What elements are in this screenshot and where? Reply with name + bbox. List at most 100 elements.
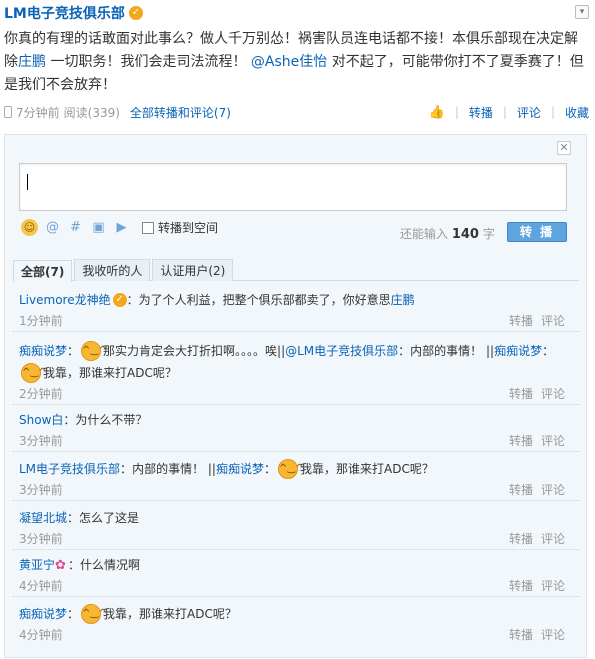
tab-verified[interactable]: 认证用户(2): [152, 259, 234, 281]
post-time[interactable]: 7分钟前: [16, 104, 60, 121]
comment-button[interactable]: 评论: [517, 104, 541, 121]
comment-time: 3分钟前: [19, 483, 63, 497]
comment-time: 1分钟前: [19, 314, 63, 328]
post-author[interactable]: LM电子竞技俱乐部 ✓: [4, 3, 143, 23]
comment-item: LM电子竞技俱乐部 ： 内部的事情！ || 痴痴说梦 ： ^‿^ 我靠，那谁来打…: [13, 452, 579, 501]
comment-tabs: 全部(7) 我收听的人 认证用户(2): [13, 259, 579, 282]
comment-repost-button[interactable]: 转播: [509, 431, 533, 451]
close-icon[interactable]: ✕: [557, 141, 571, 155]
comment-reply-button[interactable]: 评论: [541, 384, 565, 404]
repost-to-space-option[interactable]: 转播到空间: [142, 219, 218, 236]
post-author-name[interactable]: LM电子竞技俱乐部: [4, 3, 125, 23]
laugh-emoji-icon: ^‿^: [278, 459, 304, 479]
comment-user[interactable]: Show白: [19, 409, 63, 431]
comment-repost-button[interactable]: 转播: [509, 576, 533, 596]
colon: ：: [63, 413, 76, 427]
comment-text: 我靠，那谁来打ADC呢？: [103, 607, 237, 621]
post-header: LM电子竞技俱乐部 ✓ ▾: [4, 3, 591, 27]
post-text-part: 一切职务！我们会走司法流程！: [46, 54, 251, 70]
comment-item: 痴痴说梦 ： ^‿^ 那实力肯定会大打折扣啊。。。。唉|| @LM电子竞技俱乐部…: [13, 332, 579, 405]
char-counter: 还能输入 140 字: [400, 225, 495, 242]
comment-item: 痴痴说梦 ： ^‿^ 我靠，那谁来打ADC呢？ 4分钟前 转播 评论: [13, 597, 579, 645]
comment-reply-button[interactable]: 评论: [541, 480, 565, 500]
colon: ：: [120, 462, 133, 476]
mobile-icon: [4, 106, 12, 118]
colon: ：: [263, 462, 276, 476]
video-icon[interactable]: ▶: [113, 219, 130, 236]
colon: ：: [68, 558, 81, 572]
favorite-button[interactable]: 收藏: [565, 104, 589, 121]
laugh-emoji-icon: ^‿^: [21, 363, 47, 383]
verified-badge-icon: ✓: [112, 293, 127, 307]
comment-user[interactable]: LM电子竞技俱乐部: [19, 458, 120, 480]
comment-text: 我靠，那谁来打ADC呢？: [300, 462, 434, 476]
laugh-emoji-icon: ^‿^: [81, 341, 107, 361]
compose-toolbar: ☺ @ # ▣ ▶ 转播到空间: [21, 219, 218, 236]
colon: ：: [542, 344, 555, 358]
comment-reply-button[interactable]: 评论: [541, 311, 565, 331]
comment-text: 内部的事情！ ||: [132, 462, 216, 476]
thumbs-up-icon[interactable]: 👍: [429, 105, 445, 120]
comment-text: 我靠，那谁来打ADC呢？: [43, 366, 177, 380]
comment-text: 为了个人利益，把整个俱乐部都卖了，你好意思: [138, 293, 391, 307]
divider: |: [550, 105, 555, 119]
comment-list: Livemore龙神绝 ✓ ： 为了个人利益，把整个俱乐部都卖了，你好意思 庄鹏…: [13, 283, 579, 645]
divider: |: [454, 105, 459, 119]
comment-item: Livemore龙神绝 ✓ ： 为了个人利益，把整个俱乐部都卖了，你好意思 庄鹏…: [13, 283, 579, 332]
chevron-down-icon[interactable]: ▾: [575, 5, 589, 19]
smile-icon[interactable]: ☺: [21, 219, 38, 236]
all-reposts-comments-link[interactable]: 全部转播和评论(7): [130, 104, 231, 121]
comment-text: 那实力肯定会大打折扣啊。。。。唉||: [103, 344, 286, 358]
comment-time: 4分钟前: [19, 628, 63, 642]
image-icon[interactable]: ▣: [90, 219, 107, 236]
colon: ：: [126, 293, 139, 307]
verified-badge-icon: ✓: [128, 6, 143, 20]
submit-repost-button[interactable]: 转 播: [507, 222, 567, 242]
comment-reply-button[interactable]: 评论: [541, 625, 565, 645]
comment-user[interactable]: 黄亚宁: [19, 554, 55, 576]
comment-repost-button[interactable]: 转播: [509, 625, 533, 645]
repost-button[interactable]: 转播: [469, 104, 493, 121]
comment-text: 为什么不带？: [75, 413, 148, 427]
comment-reply-button[interactable]: 评论: [541, 529, 565, 549]
mention-link[interactable]: 庄鹏: [18, 54, 46, 70]
comment-time: 3分钟前: [19, 532, 63, 546]
comment-time: 3分钟前: [19, 434, 63, 448]
comment-repost-button[interactable]: 转播: [509, 384, 533, 404]
comment-user[interactable]: 痴痴说梦: [19, 603, 67, 625]
comment-reply-button[interactable]: 评论: [541, 431, 565, 451]
comment-user[interactable]: 痴痴说梦: [494, 340, 542, 362]
hashtag-icon[interactable]: #: [67, 219, 84, 236]
comment-item: Show白 ： 为什么不带？ 3分钟前 转播 评论: [13, 405, 579, 452]
colon: ：: [67, 607, 80, 621]
comment-item: 凝望北城 ： 怎么了这是 3分钟前 转播 评论: [13, 501, 579, 550]
comment-repost-button[interactable]: 转播: [509, 311, 533, 331]
post-text: 你真的有理的话敢面对此事么？做人千万别怂！祸害队员连电话都不接！本俱乐部现在决定…: [4, 28, 588, 97]
at-user-link[interactable]: @Ashe佳怡: [251, 54, 327, 70]
comment-time: 2分钟前: [19, 387, 63, 401]
divider: |: [502, 105, 507, 119]
tab-following[interactable]: 我收听的人: [74, 259, 151, 281]
char-counter-value: 140: [451, 227, 479, 242]
at-icon[interactable]: @: [44, 219, 61, 236]
post-meta: 7分钟前 阅读(339) 全部转播和评论(7) 👍 | 转播 | 评论 | 收藏: [4, 102, 589, 122]
tab-all[interactable]: 全部(7): [13, 260, 73, 282]
comment-time: 4分钟前: [19, 579, 63, 593]
char-counter-suffix: 字: [482, 227, 495, 241]
comment-user[interactable]: 痴痴说梦: [19, 340, 67, 362]
comment-repost-button[interactable]: 转播: [509, 480, 533, 500]
comment-item: 黄亚宁 ✿ ： 什么情况啊 4分钟前 转播 评论: [13, 550, 579, 597]
mention-link[interactable]: 庄鹏: [391, 289, 415, 311]
repost-to-space-label: 转播到空间: [158, 221, 219, 235]
comment-text: 怎么了这是: [79, 511, 140, 525]
comment-user[interactable]: @LM电子竞技俱乐部: [285, 340, 398, 362]
comment-user[interactable]: Livemore龙神绝: [19, 289, 111, 311]
comment-repost-button[interactable]: 转播: [509, 529, 533, 549]
repost-to-space-checkbox[interactable]: [142, 221, 154, 234]
comment-user[interactable]: 痴痴说梦: [216, 458, 264, 480]
comment-reply-button[interactable]: 评论: [541, 576, 565, 596]
comment-text: ：内部的事情！ ||: [398, 344, 495, 358]
comment-input[interactable]: [19, 163, 567, 211]
comment-user[interactable]: 凝望北城: [19, 507, 67, 529]
colon: ：: [67, 344, 80, 358]
